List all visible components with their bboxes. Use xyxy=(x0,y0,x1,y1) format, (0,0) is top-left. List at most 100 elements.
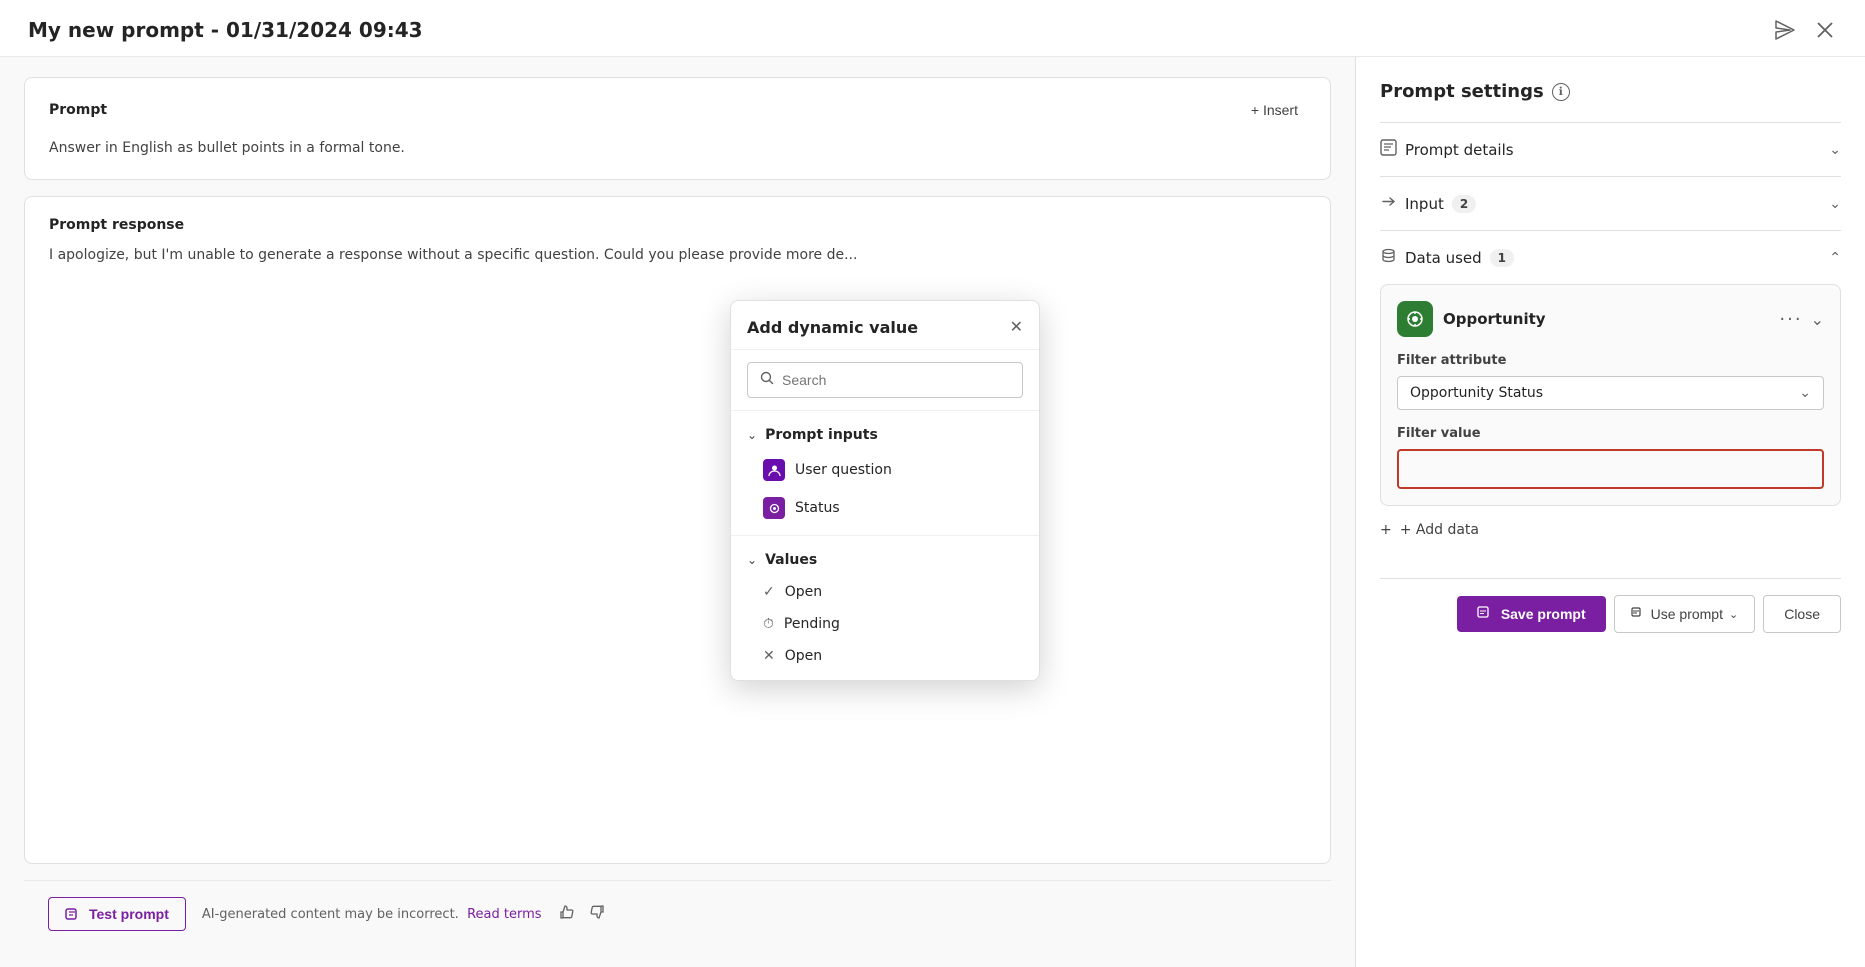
input-chevron: ⌄ xyxy=(1829,196,1841,212)
popup-close-button[interactable]: ✕ xyxy=(1010,317,1023,337)
add-dynamic-value-popup: Add dynamic value ✕ ⌄ Prompt inputs xyxy=(730,300,1040,681)
use-prompt-button[interactable]: Use prompt ⌄ xyxy=(1614,595,1756,633)
filter-attribute-chevron: ⌄ xyxy=(1799,385,1811,401)
clock-icon: ⏱ xyxy=(763,616,774,632)
footer-disclaimer: AI-generated content may be incorrect. R… xyxy=(202,907,542,922)
left-panel-footer: Test prompt AI-generated content may be … xyxy=(24,880,1331,947)
input-left: Input 2 xyxy=(1380,193,1476,214)
values-item-pending[interactable]: ⏱ Pending xyxy=(731,608,1039,640)
values-chevron: ⌄ xyxy=(747,553,757,567)
values-item-open-check[interactable]: ✓ Open xyxy=(731,576,1039,608)
prompt-inputs-chevron: ⌄ xyxy=(747,428,757,442)
values-section: ⌄ Values ✓ Open ⏱ Pending ✕ Open xyxy=(731,535,1039,680)
input-section: Input 2 ⌄ xyxy=(1380,176,1841,230)
data-used-chevron: ⌃ xyxy=(1829,250,1841,266)
input-badge: 2 xyxy=(1452,195,1476,213)
data-used-content: Opportunity ··· ⌄ Filter attribute Oppor… xyxy=(1380,284,1841,538)
save-prompt-button[interactable]: Save prompt xyxy=(1457,596,1606,632)
opportunity-name: Opportunity xyxy=(1443,310,1546,328)
popup-item-user-question[interactable]: User question xyxy=(731,451,1039,489)
add-data-label: + Add data xyxy=(1400,522,1479,538)
window-title: My new prompt - 01/31/2024 09:43 xyxy=(28,18,423,42)
opportunity-actions[interactable]: ··· ⌄ xyxy=(1779,309,1824,330)
title-bar: My new prompt - 01/31/2024 09:43 xyxy=(0,0,1865,57)
prompt-details-row[interactable]: Prompt details ⌄ xyxy=(1380,139,1841,160)
pending-label: Pending xyxy=(784,616,840,632)
read-terms-link[interactable]: Read terms xyxy=(467,907,541,922)
response-card-title: Prompt response xyxy=(49,217,1306,233)
data-used-row[interactable]: Data used 1 ⌃ xyxy=(1380,247,1841,268)
prompt-details-label: Prompt details xyxy=(1405,141,1514,159)
test-prompt-label: Test prompt xyxy=(89,906,169,922)
open-check-label: Open xyxy=(785,584,822,600)
right-panel-footer: Save prompt Use prompt ⌄ Close xyxy=(1380,578,1841,649)
search-box xyxy=(747,362,1023,398)
response-card-body: I apologize, but I'm unable to generate … xyxy=(49,245,1306,266)
title-bar-actions xyxy=(1773,18,1837,42)
opportunity-icon xyxy=(1397,301,1433,337)
user-question-icon xyxy=(763,459,785,481)
opportunity-header: Opportunity ··· ⌄ xyxy=(1397,301,1824,337)
more-options-icon[interactable]: ··· xyxy=(1779,309,1802,330)
x-icon: ✕ xyxy=(763,648,775,664)
response-card: Prompt response I apologize, but I'm una… xyxy=(24,196,1331,864)
send-icon[interactable] xyxy=(1773,18,1797,42)
data-used-left: Data used 1 xyxy=(1380,247,1514,268)
status-label: Status xyxy=(795,500,840,516)
prompt-card-body: Answer in English as bullet points in a … xyxy=(49,138,1306,159)
input-icon xyxy=(1380,193,1397,214)
data-used-label: Data used xyxy=(1405,249,1482,267)
input-row[interactable]: Input 2 ⌄ xyxy=(1380,193,1841,214)
left-panel: Prompt + Insert Answer in English as bul… xyxy=(0,57,1355,967)
footer-icons xyxy=(558,903,606,925)
opportunity-card: Opportunity ··· ⌄ Filter attribute Oppor… xyxy=(1380,284,1841,506)
data-used-section: Data used 1 ⌃ xyxy=(1380,230,1841,554)
thumbs-up-icon[interactable] xyxy=(558,903,576,925)
close-button[interactable]: Close xyxy=(1763,595,1841,633)
thumbs-down-icon[interactable] xyxy=(588,903,606,925)
status-icon xyxy=(763,497,785,519)
use-prompt-dropdown-icon: ⌄ xyxy=(1729,608,1738,621)
values-header[interactable]: ⌄ Values xyxy=(731,544,1039,576)
popup-title: Add dynamic value xyxy=(747,318,918,337)
prompt-settings-title: Prompt settings xyxy=(1380,81,1544,102)
data-used-icon xyxy=(1380,247,1397,268)
prompt-card-title: Prompt xyxy=(49,102,107,118)
filter-value-label: Filter value xyxy=(1397,426,1824,441)
input-label: Input xyxy=(1405,195,1444,213)
filter-value-input-wrapper xyxy=(1397,449,1824,489)
info-icon: ℹ xyxy=(1552,83,1570,101)
prompt-inputs-section: ⌄ Prompt inputs User question Status xyxy=(731,411,1039,535)
prompt-card-header: Prompt + Insert xyxy=(49,98,1306,122)
close-window-icon[interactable] xyxy=(1813,18,1837,42)
filter-attribute-select[interactable]: Opportunity Status ⌄ xyxy=(1397,376,1824,410)
test-prompt-button[interactable]: Test prompt xyxy=(48,897,186,931)
opportunity-left: Opportunity xyxy=(1397,301,1546,337)
prompt-details-icon xyxy=(1380,139,1397,160)
use-prompt-label: Use prompt xyxy=(1651,606,1723,622)
popup-header: Add dynamic value ✕ xyxy=(731,301,1039,350)
right-panel: Prompt settings ℹ Prompt details ⌄ xyxy=(1355,57,1865,967)
main-window: My new prompt - 01/31/2024 09:43 Prompt … xyxy=(0,0,1865,967)
opportunity-chevron-icon[interactable]: ⌄ xyxy=(1811,310,1824,329)
values-item-open-x[interactable]: ✕ Open xyxy=(731,640,1039,672)
check-icon: ✓ xyxy=(763,584,775,600)
filter-attribute-value: Opportunity Status xyxy=(1410,385,1543,401)
filter-attribute-wrapper: Opportunity Status ⌄ xyxy=(1397,376,1824,410)
popup-overlay: Add dynamic value ✕ ⌄ Prompt inputs xyxy=(730,300,1040,681)
add-data-row[interactable]: + + Add data xyxy=(1380,522,1841,538)
prompt-card: Prompt + Insert Answer in English as bul… xyxy=(24,77,1331,180)
add-data-plus-icon: + xyxy=(1380,522,1392,538)
prompt-details-left: Prompt details xyxy=(1380,139,1514,160)
search-input[interactable] xyxy=(782,372,1010,388)
open-x-label: Open xyxy=(785,648,822,664)
prompt-inputs-header[interactable]: ⌄ Prompt inputs xyxy=(731,419,1039,451)
filter-attribute-label: Filter attribute xyxy=(1397,353,1824,368)
save-prompt-label: Save prompt xyxy=(1501,606,1586,622)
filter-value-input[interactable] xyxy=(1401,453,1820,485)
prompt-details-chevron: ⌄ xyxy=(1829,142,1841,158)
popup-item-status[interactable]: Status xyxy=(731,489,1039,527)
search-icon xyxy=(760,371,774,389)
insert-button[interactable]: + Insert xyxy=(1243,98,1306,122)
data-used-badge: 1 xyxy=(1490,249,1514,267)
